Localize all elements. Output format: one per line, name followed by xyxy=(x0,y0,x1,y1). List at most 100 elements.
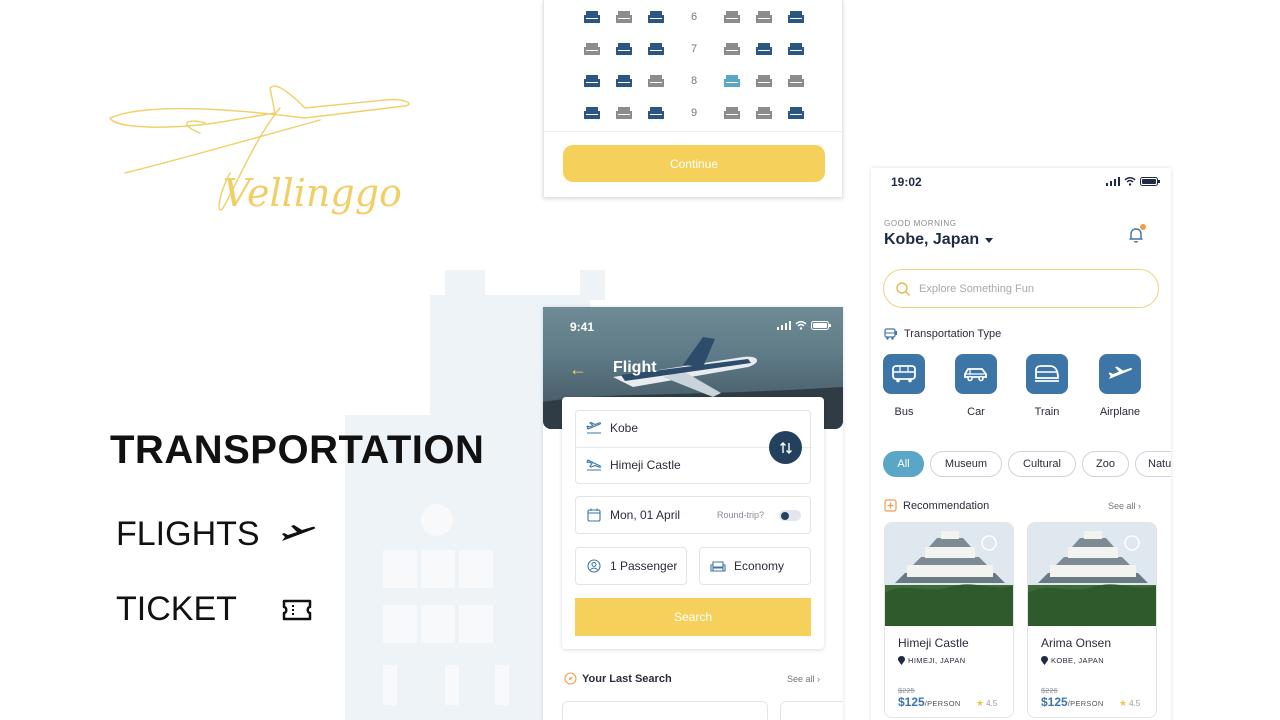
seat-available[interactable] xyxy=(615,105,633,121)
plus-square-icon xyxy=(884,499,897,512)
rating: ★ 4.5 xyxy=(1119,698,1140,709)
ticket-menu-item[interactable]: TICKET xyxy=(116,590,317,629)
seat-row: 8 xyxy=(544,73,844,93)
destination-value: Himeji Castle xyxy=(610,458,681,472)
seat-booked[interactable] xyxy=(583,9,601,25)
transport-type-airplane[interactable]: Airplane xyxy=(1085,354,1155,418)
passenger-value: 1 Passenger xyxy=(610,559,678,573)
seat-available[interactable] xyxy=(755,73,773,89)
bus-icon xyxy=(883,354,925,394)
seat-available[interactable] xyxy=(723,41,741,57)
divider xyxy=(544,131,844,132)
last-search-title: Your Last Search xyxy=(582,672,672,685)
ticket-icon xyxy=(277,594,317,626)
continue-button[interactable]: Continue xyxy=(563,145,825,182)
status-time: 9:41 xyxy=(570,320,595,334)
seat-selected[interactable] xyxy=(723,73,741,89)
battery-icon xyxy=(1140,177,1160,186)
round-trip-toggle[interactable] xyxy=(779,510,801,521)
place-location: KOBE, JAPAN xyxy=(1041,656,1104,665)
seat-available[interactable] xyxy=(723,9,741,25)
seat-booked[interactable] xyxy=(615,73,633,89)
wifi-icon xyxy=(1124,177,1136,186)
seat-selection-screen: 6 7 8 9 Continue xyxy=(543,0,844,197)
search-button[interactable]: Search xyxy=(575,598,811,636)
transport-type-car[interactable]: Car xyxy=(941,354,1011,418)
swap-route-button[interactable] xyxy=(769,431,802,464)
passenger-field[interactable]: 1 Passenger xyxy=(575,547,687,585)
destination-field[interactable]: Himeji Castle xyxy=(586,458,681,472)
seat-available[interactable] xyxy=(723,105,741,121)
place-location-text: HIMEJI, JAPAN xyxy=(908,656,966,665)
last-search-card[interactable] xyxy=(562,701,768,720)
landing-icon xyxy=(586,459,602,471)
seat-booked[interactable] xyxy=(787,105,805,121)
origin-field[interactable]: Kobe xyxy=(586,421,638,435)
price: $125/PERSON xyxy=(1041,695,1104,709)
flights-label: FLIGHTS xyxy=(116,515,260,553)
screen-title: Flight xyxy=(613,359,657,376)
place-name: Arima Onsen xyxy=(1041,636,1112,650)
chip-zoo[interactable]: Zoo xyxy=(1082,451,1129,477)
search-placeholder: Explore Something Fun xyxy=(919,282,1034,295)
recommendation-title: Recommendation xyxy=(903,499,990,512)
see-all-link[interactable]: See all › xyxy=(1108,501,1141,511)
price-unit: /PERSON xyxy=(1067,699,1104,708)
chip-cultural[interactable]: Cultural xyxy=(1008,451,1076,477)
price-value: $125 xyxy=(1041,695,1068,709)
flight-search-screen: 9:41 ← Flight Kobe Himeji Castle Mon, 01… xyxy=(543,307,843,720)
bus-small-icon xyxy=(884,328,897,340)
wifi-icon xyxy=(795,321,807,330)
last-search-header: Your Last Search xyxy=(564,672,672,685)
chip-museum[interactable]: Museum xyxy=(930,451,1002,477)
seat-available[interactable] xyxy=(787,73,805,89)
seat-row: 9 xyxy=(544,105,844,125)
last-search-card[interactable] xyxy=(780,701,843,720)
onsen-photo xyxy=(1028,523,1156,626)
ticket-label: TICKET xyxy=(116,590,237,628)
place-location-text: KOBE, JAPAN xyxy=(1051,656,1105,665)
seat-booked[interactable] xyxy=(755,41,773,57)
flight-search-form: Kobe Himeji Castle Mon, 01 April Round-t… xyxy=(562,397,824,649)
flights-menu-item[interactable]: FLIGHTS xyxy=(116,515,318,554)
transport-type-train[interactable]: Train xyxy=(1012,354,1082,418)
chip-all[interactable]: All xyxy=(883,451,924,477)
explore-search-input[interactable]: Explore Something Fun xyxy=(883,269,1159,308)
car-icon xyxy=(955,354,997,394)
airplane-icon xyxy=(1099,354,1141,394)
seat-available[interactable] xyxy=(583,41,601,57)
seat-available[interactable] xyxy=(755,105,773,121)
calendar-icon xyxy=(586,507,602,523)
seat-booked[interactable] xyxy=(647,41,665,57)
seat-available[interactable] xyxy=(755,9,773,25)
swap-icon xyxy=(779,441,792,454)
seat-available[interactable] xyxy=(647,73,665,89)
seat-available[interactable] xyxy=(615,9,633,25)
recommendation-card[interactable]: Himeji Castle HIMEJI, JAPAN $225 $125/PE… xyxy=(884,522,1014,718)
see-all-label: See all xyxy=(787,674,815,684)
back-arrow-icon[interactable]: ← xyxy=(569,359,587,380)
location-value: Kobe, Japan xyxy=(884,231,980,248)
transport-type-label: Train xyxy=(1034,406,1060,418)
transport-type-bus[interactable]: Bus xyxy=(871,354,939,418)
see-all-link[interactable]: See all › xyxy=(787,674,820,684)
date-value: Mon, 01 April xyxy=(610,508,681,522)
seat-booked[interactable] xyxy=(647,9,665,25)
seat-booked[interactable] xyxy=(583,73,601,89)
recommendation-card[interactable]: Arima Onsen KOBE, JAPAN $226 $125/PERSON… xyxy=(1027,522,1157,718)
seat-booked[interactable] xyxy=(615,41,633,57)
category-filter-bar: All Museum Cultural Zoo Nature xyxy=(883,451,1171,479)
cabin-class-field[interactable]: Economy xyxy=(699,547,811,585)
transport-type-label: Airplane xyxy=(1099,406,1141,418)
castle-photo xyxy=(885,523,1013,626)
battery-icon xyxy=(811,321,831,330)
seat-booked[interactable] xyxy=(787,41,805,57)
chip-nature[interactable]: Nature xyxy=(1135,451,1171,477)
seat-row: 7 xyxy=(544,41,844,61)
seat-booked[interactable] xyxy=(787,9,805,25)
seat-booked[interactable] xyxy=(647,105,665,121)
pin-icon xyxy=(1041,656,1048,665)
location-selector[interactable]: Kobe, Japan xyxy=(884,231,994,249)
departure-date-field[interactable]: Mon, 01 April Round-trip? xyxy=(575,496,811,534)
seat-booked[interactable] xyxy=(583,105,601,121)
